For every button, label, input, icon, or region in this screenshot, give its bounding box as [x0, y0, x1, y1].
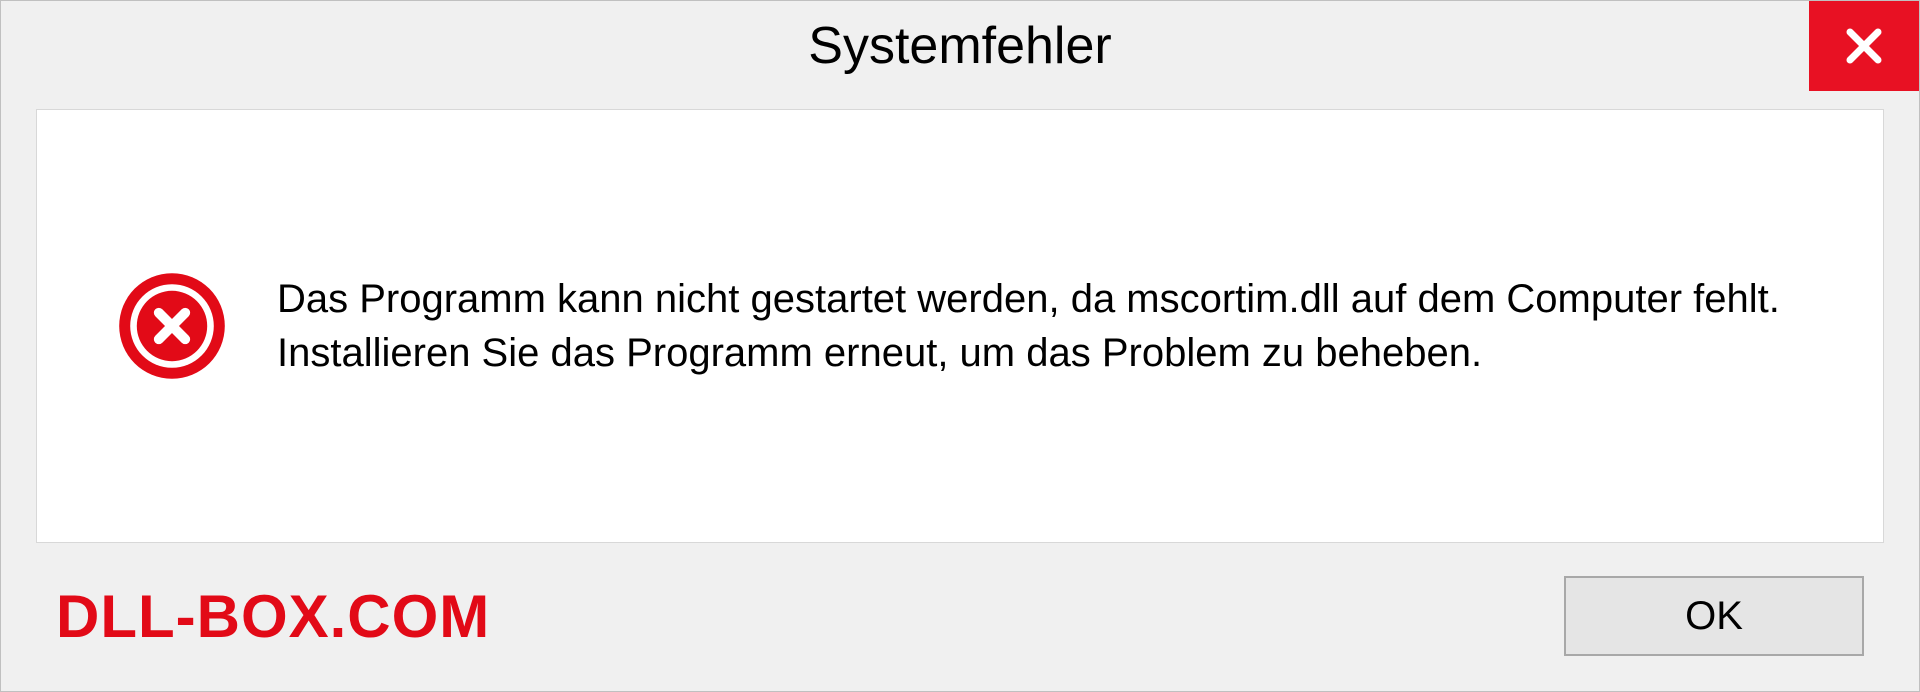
- error-message: Das Programm kann nicht gestartet werden…: [277, 272, 1803, 380]
- footer: DLL-BOX.COM OK: [1, 561, 1919, 691]
- titlebar: Systemfehler: [1, 1, 1919, 91]
- watermark-text: DLL-BOX.COM: [56, 582, 490, 651]
- close-button[interactable]: [1809, 1, 1919, 91]
- close-icon: [1840, 22, 1888, 70]
- dialog-title: Systemfehler: [808, 16, 1111, 76]
- error-dialog: Systemfehler Das Programm kann nicht ges…: [0, 0, 1920, 692]
- content-panel: Das Programm kann nicht gestartet werden…: [36, 109, 1884, 543]
- ok-button[interactable]: OK: [1564, 576, 1864, 656]
- error-icon: [117, 271, 227, 381]
